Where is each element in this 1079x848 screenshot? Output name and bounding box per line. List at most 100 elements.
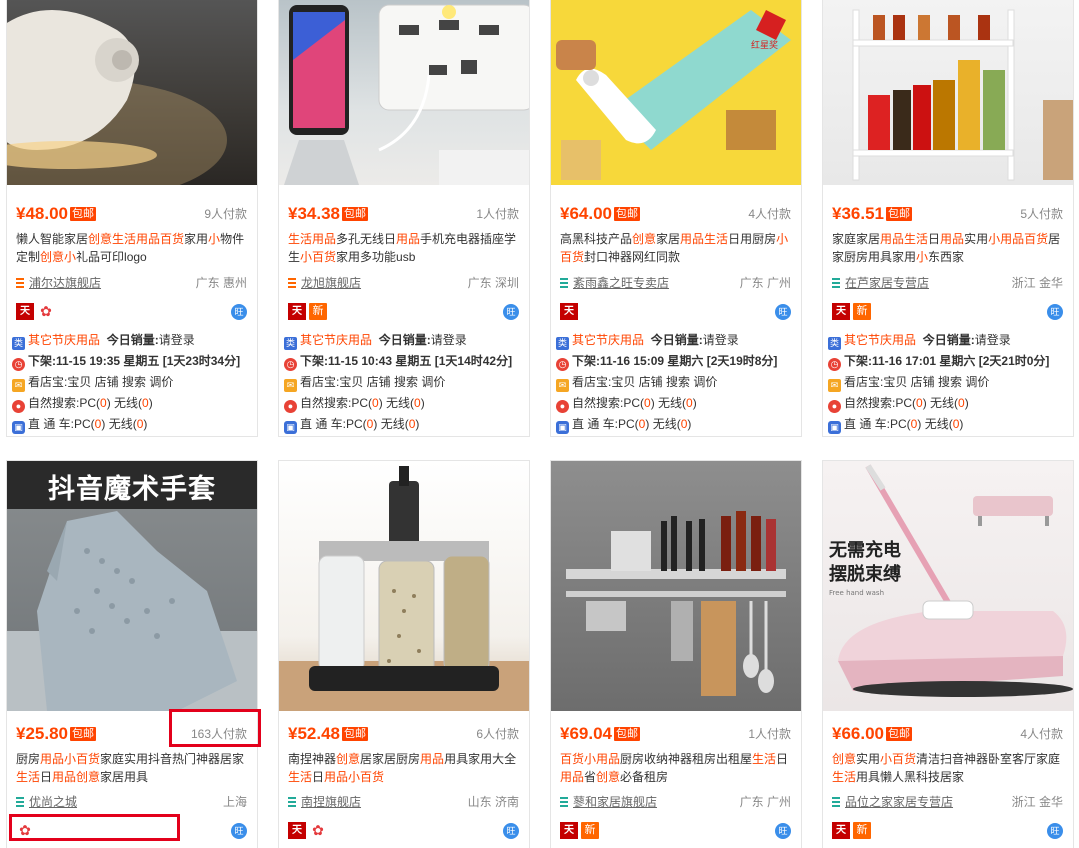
product-title[interactable]: 生活用品多孔无线日用品手机充电器插座学生小百货家用多功能usb bbox=[288, 230, 521, 266]
product-image-spice-carousel[interactable] bbox=[279, 461, 529, 711]
product-card[interactable]: 无需充电 摆脱束缚 Free hand wash ¥66.00 包邮 4人付款 … bbox=[822, 460, 1074, 848]
kandianbao-links[interactable]: 看店宝:宝贝 店铺 搜索 调价 bbox=[28, 375, 173, 389]
wangwang-chat-icon[interactable]: 旺 bbox=[231, 823, 247, 839]
new-badge[interactable]: 新 bbox=[853, 822, 871, 839]
sealer-graphic: 红星奖 bbox=[556, 10, 791, 180]
product-card[interactable]: ¥34.38 包邮 1人付款 生活用品多孔无线日用品手机充电器插座学生小百货家用… bbox=[278, 0, 530, 437]
product-card[interactable]: ¥69.04 包邮 1人付款 百货小用品厨房收纳神器租房出租屋生活日用品省创意必… bbox=[550, 460, 802, 848]
product-image-night-light[interactable] bbox=[7, 0, 257, 185]
product-image-magic-gloves[interactable]: 抖音魔术手套 bbox=[7, 461, 257, 711]
kitchen-rack-graphic bbox=[566, 511, 786, 696]
title-text: 家庭实用抖音热门神器居家 bbox=[100, 752, 245, 766]
product-card[interactable]: ¥36.51 包邮 5人付款 家庭家居用品生活日用品实用小用品百货居家厨房用具家… bbox=[822, 0, 1074, 437]
product-image-sweeper[interactable]: 无需充电 摆脱束缚 Free hand wash bbox=[823, 461, 1073, 711]
flower-icon[interactable]: ✿ bbox=[37, 303, 55, 320]
new-badge[interactable]: 新 bbox=[581, 822, 599, 839]
product-title[interactable]: 创意实用小百货清洁扫音神器卧室客厅家庭生活用具懒人黑科技居家 bbox=[832, 750, 1065, 786]
product-card[interactable]: ¥52.48 包邮 6人付款 南捏神器创意居家居厨房用品用具家用大全生活日用品小… bbox=[278, 460, 530, 848]
wangwang-chat-icon[interactable]: 旺 bbox=[775, 823, 791, 839]
shop-name-link[interactable]: 浦尔达旗舰店 bbox=[29, 275, 101, 291]
shop-name-link[interactable]: 优尚之城 bbox=[29, 794, 77, 810]
title-keyword-highlight: 用品 bbox=[420, 752, 445, 766]
tmall-icon[interactable]: 天 bbox=[832, 303, 850, 320]
product-card[interactable]: 抖音魔术手套 ¥25.80 包邮 163人付款 厨房用品小百货家庭实用抖音热门神… bbox=[6, 460, 258, 848]
free-shipping-badge: 包邮 bbox=[614, 207, 640, 221]
category-link[interactable]: 其它节庆用品 bbox=[572, 333, 644, 347]
product-image-charger-socket[interactable] bbox=[279, 0, 529, 185]
category-row: 类其它节庆用品 今日销量:请登录 bbox=[828, 333, 1011, 350]
product-card[interactable]: ¥48.00 包邮 9人付款 懒人智能家居创意生活用品百货家用小物件定制创意小礼… bbox=[6, 0, 258, 437]
shop-row: 在芦家居专营店 浙江 金华 bbox=[832, 275, 1063, 291]
price: ¥64.00 bbox=[560, 204, 612, 223]
shop-row: 南捏旗舰店 山东 济南 bbox=[288, 794, 519, 810]
shop-list-icon bbox=[288, 797, 296, 807]
shop-list-icon bbox=[832, 278, 840, 288]
new-badge[interactable]: 新 bbox=[309, 303, 327, 320]
sweeper-graphic bbox=[838, 464, 1073, 697]
product-image-bag-sealer[interactable]: 红星奖 bbox=[551, 0, 801, 185]
kandianbao-links[interactable]: 看店宝:宝贝 店铺 搜索 调价 bbox=[844, 375, 989, 389]
product-image-kitchen-rack[interactable] bbox=[551, 461, 801, 711]
title-keyword-highlight: 用品生活 bbox=[880, 232, 929, 246]
spice-carousel-graphic bbox=[279, 466, 529, 711]
product-card[interactable]: 红星奖 ¥64.00 包邮 4人付款 高黑科技产品创意家居用品生活日用厨房小百货… bbox=[550, 0, 802, 437]
price: ¥69.04 bbox=[560, 724, 612, 743]
tmall-icon[interactable]: 天 bbox=[16, 303, 34, 320]
kandianbao-row: ✉ 看店宝:宝贝 店铺 搜索 调价 bbox=[12, 372, 253, 392]
clock-icon: ◷ bbox=[284, 358, 297, 371]
wangwang-chat-icon[interactable]: 旺 bbox=[775, 304, 791, 320]
price-bar: ¥34.38 包邮 1人付款 bbox=[288, 204, 519, 224]
wangwang-chat-icon[interactable]: 旺 bbox=[1047, 823, 1063, 839]
free-shipping-badge: 包邮 bbox=[70, 207, 96, 221]
login-link[interactable]: 请登录 bbox=[431, 333, 467, 347]
title-text: 南捏神器 bbox=[288, 752, 337, 766]
kandianbao-links[interactable]: 看店宝:宝贝 店铺 搜索 调价 bbox=[572, 375, 717, 389]
login-link[interactable]: 请登录 bbox=[975, 333, 1011, 347]
login-link[interactable]: 请登录 bbox=[159, 333, 195, 347]
category-row: 类其它节庆用品 今日销量:请登录 bbox=[12, 333, 195, 350]
kandianbao-links[interactable]: 看店宝:宝贝 店铺 搜索 调价 bbox=[300, 375, 445, 389]
car-icon: ▣ bbox=[828, 421, 841, 434]
mail-icon: ✉ bbox=[556, 379, 569, 392]
tmall-icon[interactable]: 天 bbox=[832, 822, 850, 839]
location: 山东 济南 bbox=[467, 795, 519, 809]
login-link[interactable]: 请登录 bbox=[703, 333, 739, 347]
product-image-spice-rack[interactable] bbox=[823, 0, 1073, 185]
wangwang-chat-icon[interactable]: 旺 bbox=[1047, 304, 1063, 320]
category-icon: 类 bbox=[828, 337, 841, 350]
shop-name-link[interactable]: 龙旭旗舰店 bbox=[301, 275, 361, 291]
title-keyword-highlight: 用品 bbox=[396, 232, 421, 246]
wangwang-chat-icon[interactable]: 旺 bbox=[231, 304, 247, 320]
title-text: 封口神器网红同款 bbox=[584, 250, 681, 264]
product-title[interactable]: 高黑科技产品创意家居用品生活日用厨房小百货封口神器网红同款 bbox=[560, 230, 793, 266]
spice-rack-graphic bbox=[852, 9, 1073, 181]
category-link[interactable]: 其它节庆用品 bbox=[844, 333, 916, 347]
product-title[interactable]: 百货小用品厨房收纳神器租房出租屋生活日用品省创意必备租房 bbox=[560, 750, 793, 786]
shop-name-link[interactable]: 品位之家家居专营店 bbox=[845, 794, 953, 810]
shop-name-link[interactable]: 南捏旗舰店 bbox=[301, 794, 361, 810]
flower-icon[interactable]: ✿ bbox=[309, 822, 327, 839]
tmall-icon[interactable]: 天 bbox=[288, 822, 306, 839]
product-title[interactable]: 南捏神器创意居家居厨房用品用具家用大全生活日用品小百货 bbox=[288, 750, 521, 786]
category-link[interactable]: 其它节庆用品 bbox=[300, 333, 372, 347]
product-title[interactable]: 懒人智能家居创意生活用品百货家用小物件定制创意小礼品可印logo bbox=[16, 230, 249, 266]
price: ¥25.80 bbox=[16, 724, 68, 743]
product-title[interactable]: 厨房用品小百货家庭实用抖音热门神器居家生活日用品创意家居用具 bbox=[16, 750, 249, 786]
wangwang-chat-icon[interactable]: 旺 bbox=[503, 823, 519, 839]
kandianbao-row: ✉ 看店宝:宝贝 店铺 搜索 调价 bbox=[284, 372, 525, 392]
shop-name-link[interactable]: 紊雨鑫之旺专卖店 bbox=[573, 275, 669, 291]
person-icon: ● bbox=[284, 400, 297, 413]
svg-text:红星奖: 红星奖 bbox=[751, 39, 778, 51]
product-title[interactable]: 家庭家居用品生活日用品实用小用品百货居家厨房用具家用小东西家 bbox=[832, 230, 1065, 266]
wangwang-chat-icon[interactable]: 旺 bbox=[503, 304, 519, 320]
free-shipping-badge: 包邮 bbox=[614, 727, 640, 741]
tmall-icon[interactable]: 天 bbox=[560, 303, 578, 320]
title-text: 家用 bbox=[184, 232, 209, 246]
tmall-icon[interactable]: 天 bbox=[288, 303, 306, 320]
shop-name-link[interactable]: 在芦家居专营店 bbox=[845, 275, 929, 291]
location: 广东 惠州 bbox=[195, 276, 247, 290]
new-badge[interactable]: 新 bbox=[853, 303, 871, 320]
category-link[interactable]: 其它节庆用品 bbox=[28, 333, 100, 347]
shop-name-link[interactable]: 蓼和家居旗舰店 bbox=[573, 794, 657, 810]
tmall-icon[interactable]: 天 bbox=[560, 822, 578, 839]
